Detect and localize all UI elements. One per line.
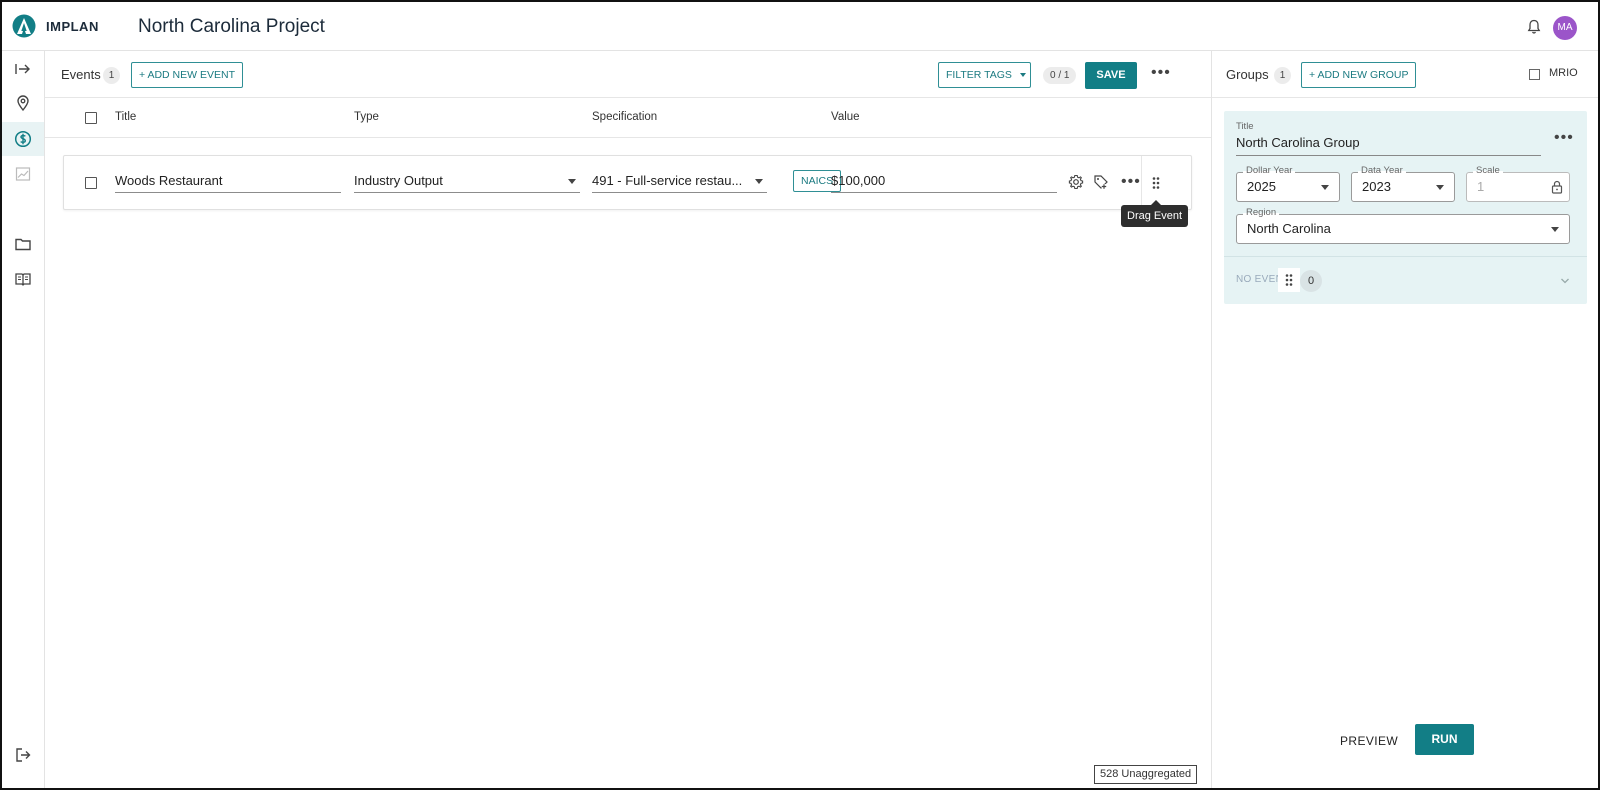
column-specification: Specification <box>592 111 658 123</box>
group-title-input[interactable]: North Carolina Group <box>1236 135 1541 156</box>
preview-button[interactable]: PREVIEW <box>1340 734 1398 748</box>
dollar-icon <box>14 130 32 148</box>
group-title-label: Title <box>1236 121 1254 132</box>
chevron-down-icon <box>1019 73 1026 78</box>
dollar-year-value: 2025 <box>1247 179 1276 194</box>
data-year-value: 2023 <box>1362 179 1391 194</box>
groups-heading: Groups <box>1226 67 1269 82</box>
data-year-label: Data Year <box>1358 165 1406 177</box>
mrio-checkbox[interactable] <box>1529 69 1540 80</box>
drag-dots-icon <box>1285 274 1293 286</box>
events-count-badge: 1 <box>103 67 120 84</box>
group-events-count-badge: 0 <box>1300 270 1322 292</box>
event-row: Woods Restaurant Industry Output 491 - F… <box>63 155 1192 210</box>
column-title: Title <box>115 111 137 123</box>
row-more-options-icon[interactable]: ••• <box>1121 174 1141 190</box>
gear-icon[interactable] <box>1068 174 1084 190</box>
column-value: Value <box>831 111 860 123</box>
rail-regions[interactable] <box>2 86 44 120</box>
select-all-checkbox[interactable] <box>85 112 97 124</box>
project-title: North Carolina Project <box>138 16 325 37</box>
groups-toolbar: Groups 1 + ADD NEW GROUP MRIO <box>1212 51 1598 98</box>
logout-icon <box>16 748 31 762</box>
event-value-input[interactable]: $100,000 <box>831 169 1057 193</box>
selected-ratio-badge: 0 / 1 <box>1043 67 1077 84</box>
data-year-select[interactable]: Data Year 2023 <box>1351 165 1455 202</box>
drag-handle-icon <box>1152 176 1159 189</box>
column-type: Type <box>354 111 379 123</box>
event-row-checkbox[interactable] <box>85 177 97 189</box>
add-new-group-button[interactable]: + ADD NEW GROUP <box>1301 62 1417 88</box>
folder-icon <box>15 238 31 251</box>
more-options-icon[interactable]: ••• <box>1151 65 1171 81</box>
region-value: North Carolina <box>1247 221 1331 236</box>
implan-logo[interactable]: IMPLAN <box>12 14 99 38</box>
rail-results[interactable] <box>2 157 44 191</box>
groups-count-badge: 1 <box>1274 67 1291 84</box>
drag-handle-icon <box>1278 268 1300 292</box>
dollar-year-label: Dollar Year <box>1243 165 1296 177</box>
book-icon <box>15 273 31 286</box>
user-avatar[interactable]: MA <box>1553 16 1577 40</box>
rail-library[interactable] <box>2 262 44 296</box>
map-pin-icon <box>17 95 29 112</box>
rail-impacts[interactable] <box>2 122 44 156</box>
brand-name: IMPLAN <box>46 18 99 34</box>
chevron-down-icon[interactable] <box>1560 276 1570 286</box>
event-title-input[interactable]: Woods Restaurant <box>115 169 341 193</box>
rail-expand[interactable] <box>2 52 44 86</box>
chart-icon <box>15 167 31 181</box>
rail-logout[interactable] <box>2 738 44 772</box>
event-specification-value: 491 - Full-service restau... <box>592 173 743 188</box>
unaggregated-count: 528 Unaggregated <box>1094 765 1198 784</box>
app-window: IMPLAN North Carolina Project MA Events … <box>0 0 1600 790</box>
groups-panel: Groups 1 + ADD NEW GROUP MRIO Title Nort… <box>1211 51 1598 788</box>
lock-icon <box>1551 180 1563 194</box>
chevron-down-icon <box>755 179 763 184</box>
scale-input: Scale 1 <box>1466 165 1570 202</box>
group-card: Title North Carolina Group ••• Dollar Ye… <box>1224 111 1587 304</box>
run-button[interactable]: RUN <box>1415 724 1474 755</box>
left-nav-rail <box>2 51 45 788</box>
top-bar: IMPLAN North Carolina Project MA <box>2 2 1598 51</box>
region-select[interactable]: Region North Carolina <box>1236 207 1570 244</box>
scale-value: 1 <box>1477 179 1485 194</box>
group-card-divider <box>1224 256 1587 257</box>
implan-logo-icon <box>12 14 36 38</box>
filter-tags-dropdown[interactable]: FILTER TAGS <box>938 62 1031 88</box>
rail-projects[interactable] <box>2 227 44 261</box>
scale-label: Scale <box>1473 165 1503 177</box>
events-heading: Events <box>61 67 101 82</box>
events-column-header: Title Type Specification Value <box>45 98 1211 138</box>
events-toolbar: Events 1 + ADD NEW EVENT FILTER TAGS 0 /… <box>45 51 1211 98</box>
events-panel: Events 1 + ADD NEW EVENT FILTER TAGS 0 /… <box>45 51 1211 788</box>
chevron-down-icon <box>1321 185 1329 190</box>
chevron-down-icon <box>568 179 576 184</box>
group-more-options-icon[interactable]: ••• <box>1554 130 1574 146</box>
no-events-label: NO EVEN <box>1236 274 1284 285</box>
drag-event-tooltip: Drag Event <box>1121 200 1189 227</box>
expand-arrow-icon <box>15 64 30 74</box>
chevron-down-icon <box>1551 227 1559 232</box>
mrio-label: MRIO <box>1549 67 1578 79</box>
dollar-year-select[interactable]: Dollar Year 2025 <box>1236 165 1340 202</box>
filter-tags-label: FILTER TAGS <box>946 69 1012 81</box>
region-label: Region <box>1243 207 1280 219</box>
event-type-value: Industry Output <box>354 173 443 188</box>
chevron-down-icon <box>1436 185 1444 190</box>
add-tag-icon[interactable] <box>1093 174 1109 190</box>
save-button[interactable]: SAVE <box>1085 62 1137 89</box>
bell-icon[interactable] <box>1526 19 1542 35</box>
event-specification-select[interactable]: 491 - Full-service restau... <box>592 169 767 193</box>
event-type-select[interactable]: Industry Output <box>354 169 580 193</box>
add-new-event-button[interactable]: + ADD NEW EVENT <box>131 62 243 88</box>
